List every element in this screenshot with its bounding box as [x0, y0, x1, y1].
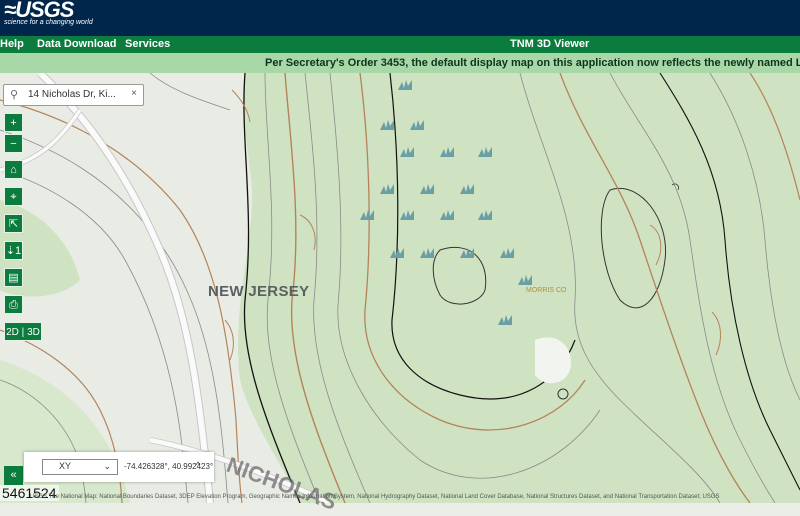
topo-map[interactable]: NEW JERSEY MORRIS CO: [0, 73, 800, 503]
coordinate-system-value: XY: [59, 461, 72, 471]
coordinate-system-select[interactable]: XY ⌄: [42, 459, 118, 475]
expand-coordinates-button[interactable]: ^: [196, 460, 200, 470]
logo-tagline: science for a changing world: [4, 19, 93, 26]
view-mode-toggle[interactable]: 2D | 3D: [4, 322, 42, 341]
collapse-panel-button[interactable]: «: [4, 466, 23, 485]
chevron-down-icon: ⌄: [103, 461, 111, 471]
zoom-in-button[interactable]: +: [4, 113, 23, 132]
share-icon[interactable]: ⇱: [4, 214, 23, 233]
address-search[interactable]: ⚲ ×: [3, 84, 144, 106]
map-canvas[interactable]: [0, 73, 800, 503]
app-title: TNM 3D Viewer: [510, 38, 590, 50]
locate-icon[interactable]: ⌖: [4, 187, 23, 206]
nav-help[interactable]: Help: [0, 38, 24, 50]
map-attribution: USGS The National Map: National Boundari…: [30, 494, 720, 500]
feature-label: MORRIS CO: [526, 287, 567, 294]
measure-icon[interactable]: ⇣1: [4, 241, 23, 260]
header-bar: ≈USGS science for a changing world: [0, 0, 800, 36]
notice-banner: Per Secretary's Order 3453, the default …: [0, 53, 800, 73]
banner-text: Per Secretary's Order 3453, the default …: [265, 57, 800, 69]
nav-bar: Help Data Download Services TNM 3D Viewe…: [0, 36, 800, 53]
nav-data-download[interactable]: Data Download: [37, 38, 116, 50]
home-icon[interactable]: ⌂: [4, 160, 23, 179]
print-icon[interactable]: ⎙: [4, 295, 23, 314]
search-input[interactable]: [28, 87, 120, 101]
state-label: NEW JERSEY: [208, 283, 310, 300]
coordinate-widget: XY ⌄ -74.426328°, 40.992423° ^: [24, 452, 214, 482]
zoom-out-button[interactable]: −: [4, 134, 23, 153]
search-icon: ⚲: [10, 89, 19, 101]
layers-icon[interactable]: ▤: [4, 268, 23, 287]
clear-search-button[interactable]: ×: [131, 88, 137, 99]
nav-services[interactable]: Services: [125, 38, 170, 50]
